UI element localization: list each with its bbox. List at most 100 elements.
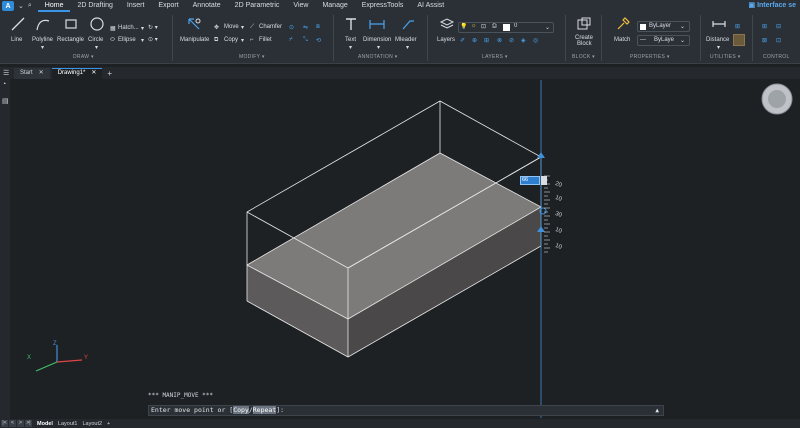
modify-panel-title[interactable]: MODIFY ▾ bbox=[239, 54, 265, 60]
command-option-repeat[interactable]: Repeat bbox=[252, 406, 277, 414]
layers-panel-title[interactable]: LAYERS ▾ bbox=[482, 54, 508, 60]
measure-icon[interactable] bbox=[733, 34, 745, 46]
layer-tool-1-icon[interactable]: ✐ bbox=[460, 37, 465, 44]
chamfer-button[interactable]: Chamfer bbox=[259, 24, 282, 30]
new-tab-button[interactable]: + bbox=[107, 69, 112, 78]
library-icon[interactable]: ▤ bbox=[2, 97, 9, 105]
doc-tab-start[interactable]: Start ✕ bbox=[14, 67, 50, 79]
tab-export[interactable]: Export bbox=[151, 0, 185, 12]
control-icon-4[interactable]: ⊡ bbox=[776, 37, 781, 44]
linetype-dropdown-icon[interactable]: ⌄ bbox=[680, 37, 685, 44]
copy-button[interactable]: Copy bbox=[224, 37, 238, 43]
dimension-dropdown-icon[interactable]: ▾ bbox=[377, 44, 380, 51]
circle-button[interactable]: Circle bbox=[88, 37, 103, 43]
interface-selector[interactable]: ▣ Interface se bbox=[749, 0, 796, 12]
next-layout-button[interactable]: > bbox=[17, 420, 24, 427]
polyline-dropdown-icon[interactable]: ▾ bbox=[41, 44, 44, 51]
layer-tool-7-icon[interactable]: ◎ bbox=[533, 37, 538, 44]
distance-dropdown-icon[interactable]: ▾ bbox=[717, 44, 720, 51]
manipulate-button[interactable]: Manipulate bbox=[180, 37, 209, 43]
layer-tool-6-icon[interactable]: ◈ bbox=[521, 37, 526, 44]
color-dropdown-icon[interactable]: ⌄ bbox=[680, 23, 685, 30]
layer-tool-4-icon[interactable]: ⊗ bbox=[497, 37, 502, 44]
doc-tab-drawing1[interactable]: Drawing1* ✕ bbox=[51, 67, 103, 79]
text-dropdown-icon[interactable]: ▾ bbox=[349, 44, 352, 51]
command-line[interactable]: Enter move point or [Copy/Repeat]: ▲ bbox=[148, 405, 664, 416]
command-expand-icon[interactable]: ▲ bbox=[655, 406, 659, 415]
quick-select-icon[interactable]: ⊞ bbox=[735, 23, 740, 30]
scale-icon[interactable]: ⤡ bbox=[303, 37, 308, 44]
search-icon[interactable]: ⌕ bbox=[28, 2, 32, 10]
tab-annotate[interactable]: Annotate bbox=[186, 0, 228, 12]
tab-ai-assist[interactable]: AI Assist bbox=[410, 0, 451, 12]
quick-access-dropdown-icon[interactable]: ⌄ bbox=[18, 2, 24, 10]
rectangle-icon[interactable] bbox=[64, 17, 78, 31]
line-button[interactable]: Line bbox=[11, 37, 22, 43]
annotation-panel-title[interactable]: ANNOTATION ▾ bbox=[358, 54, 398, 60]
ellipse-button[interactable]: Ellipse bbox=[118, 37, 136, 43]
layout-tab-layout2[interactable]: Layout2 bbox=[82, 421, 102, 427]
manipulate-icon[interactable] bbox=[186, 16, 202, 32]
dimension-icon[interactable] bbox=[368, 16, 386, 32]
first-layout-button[interactable]: |< bbox=[1, 420, 8, 427]
distance-button[interactable]: Distance bbox=[706, 37, 729, 43]
match-button[interactable]: Match bbox=[614, 37, 630, 43]
distance-icon[interactable] bbox=[711, 16, 727, 32]
layout-tab-layout1[interactable]: Layout1 bbox=[58, 421, 78, 427]
offset-icon[interactable]: ⧈ bbox=[316, 24, 320, 31]
layers-button[interactable]: Layers bbox=[437, 37, 455, 43]
add-layout-button[interactable]: + bbox=[107, 421, 110, 427]
fillet-button[interactable]: Fillet bbox=[259, 37, 272, 43]
close-icon[interactable]: ✕ bbox=[91, 68, 96, 79]
line-icon[interactable] bbox=[10, 16, 26, 32]
circle-dropdown-icon[interactable]: ▾ bbox=[95, 44, 98, 51]
stretch-icon[interactable]: ⟲ bbox=[316, 37, 321, 44]
tab-insert[interactable]: Insert bbox=[120, 0, 152, 12]
tab-expresstools[interactable]: ExpressTools bbox=[355, 0, 411, 12]
draw-more-icon[interactable]: ⊙ ▾ bbox=[148, 36, 158, 43]
block-panel-title[interactable]: BLOCK ▾ bbox=[572, 54, 595, 60]
control-icon-1[interactable]: ⊞ bbox=[762, 23, 767, 30]
last-layout-button[interactable]: >| bbox=[25, 420, 32, 427]
create-block-icon[interactable] bbox=[576, 16, 592, 32]
layer-dropdown-icon[interactable]: ⌄ bbox=[545, 24, 550, 31]
hatch-button[interactable]: Hatch... bbox=[118, 25, 139, 31]
tab-2d-drafting[interactable]: 2D Drafting bbox=[70, 0, 119, 12]
utilities-panel-title[interactable]: UTILITIES ▾ bbox=[710, 54, 741, 60]
properties-panel-title[interactable]: PROPERTIES ▾ bbox=[630, 54, 670, 60]
drawing-canvas[interactable]: 20 10 30 10 10 66 X Z Y bbox=[10, 79, 800, 420]
mirror-icon[interactable]: ⇋ bbox=[303, 24, 308, 31]
text-icon[interactable] bbox=[343, 16, 359, 32]
rectangle-button[interactable]: Rectangle bbox=[57, 37, 84, 43]
text-button[interactable]: Text bbox=[345, 37, 356, 43]
spline-icon[interactable]: ↻ ▾ bbox=[148, 24, 158, 31]
properties-icon[interactable]: ◔ bbox=[2, 81, 6, 88]
mleader-button[interactable]: Mleader bbox=[395, 37, 417, 43]
tab-home[interactable]: Home bbox=[37, 0, 71, 12]
move-button[interactable]: Move bbox=[224, 24, 239, 30]
hatch-dropdown-icon[interactable]: ▾ bbox=[141, 25, 144, 32]
dimension-input[interactable]: 66 bbox=[520, 176, 540, 185]
ellipse-dropdown-icon[interactable]: ▾ bbox=[141, 37, 144, 44]
create-block-label-2[interactable]: Block bbox=[577, 41, 592, 47]
layers-icon[interactable] bbox=[439, 16, 455, 32]
control-icon-2[interactable]: ⊟ bbox=[776, 23, 781, 30]
tab-menu-icon[interactable]: ☰ bbox=[0, 69, 12, 77]
mleader-icon[interactable] bbox=[400, 16, 416, 32]
tab-2d-parametric[interactable]: 2D Parametric bbox=[228, 0, 287, 12]
layer-tool-2-icon[interactable]: ⊕ bbox=[472, 37, 477, 44]
tab-manage[interactable]: Manage bbox=[315, 0, 354, 12]
mleader-dropdown-icon[interactable]: ▾ bbox=[406, 44, 409, 51]
move-dropdown-icon[interactable]: ▾ bbox=[241, 24, 244, 31]
copy-dropdown-icon[interactable]: ▾ bbox=[241, 37, 244, 44]
circle-icon[interactable] bbox=[89, 16, 105, 32]
layer-dropdown[interactable] bbox=[458, 22, 554, 33]
app-logo[interactable]: A bbox=[2, 1, 14, 11]
command-option-copy[interactable]: Copy bbox=[233, 406, 249, 414]
layer-tool-3-icon[interactable]: ⊞ bbox=[484, 37, 489, 44]
layout-tab-model[interactable]: Model bbox=[37, 421, 53, 427]
match-properties-icon[interactable] bbox=[615, 16, 631, 32]
polyline-icon[interactable] bbox=[35, 16, 51, 32]
control-icon-3[interactable]: ⊠ bbox=[762, 37, 767, 44]
prev-layout-button[interactable]: < bbox=[9, 420, 16, 427]
